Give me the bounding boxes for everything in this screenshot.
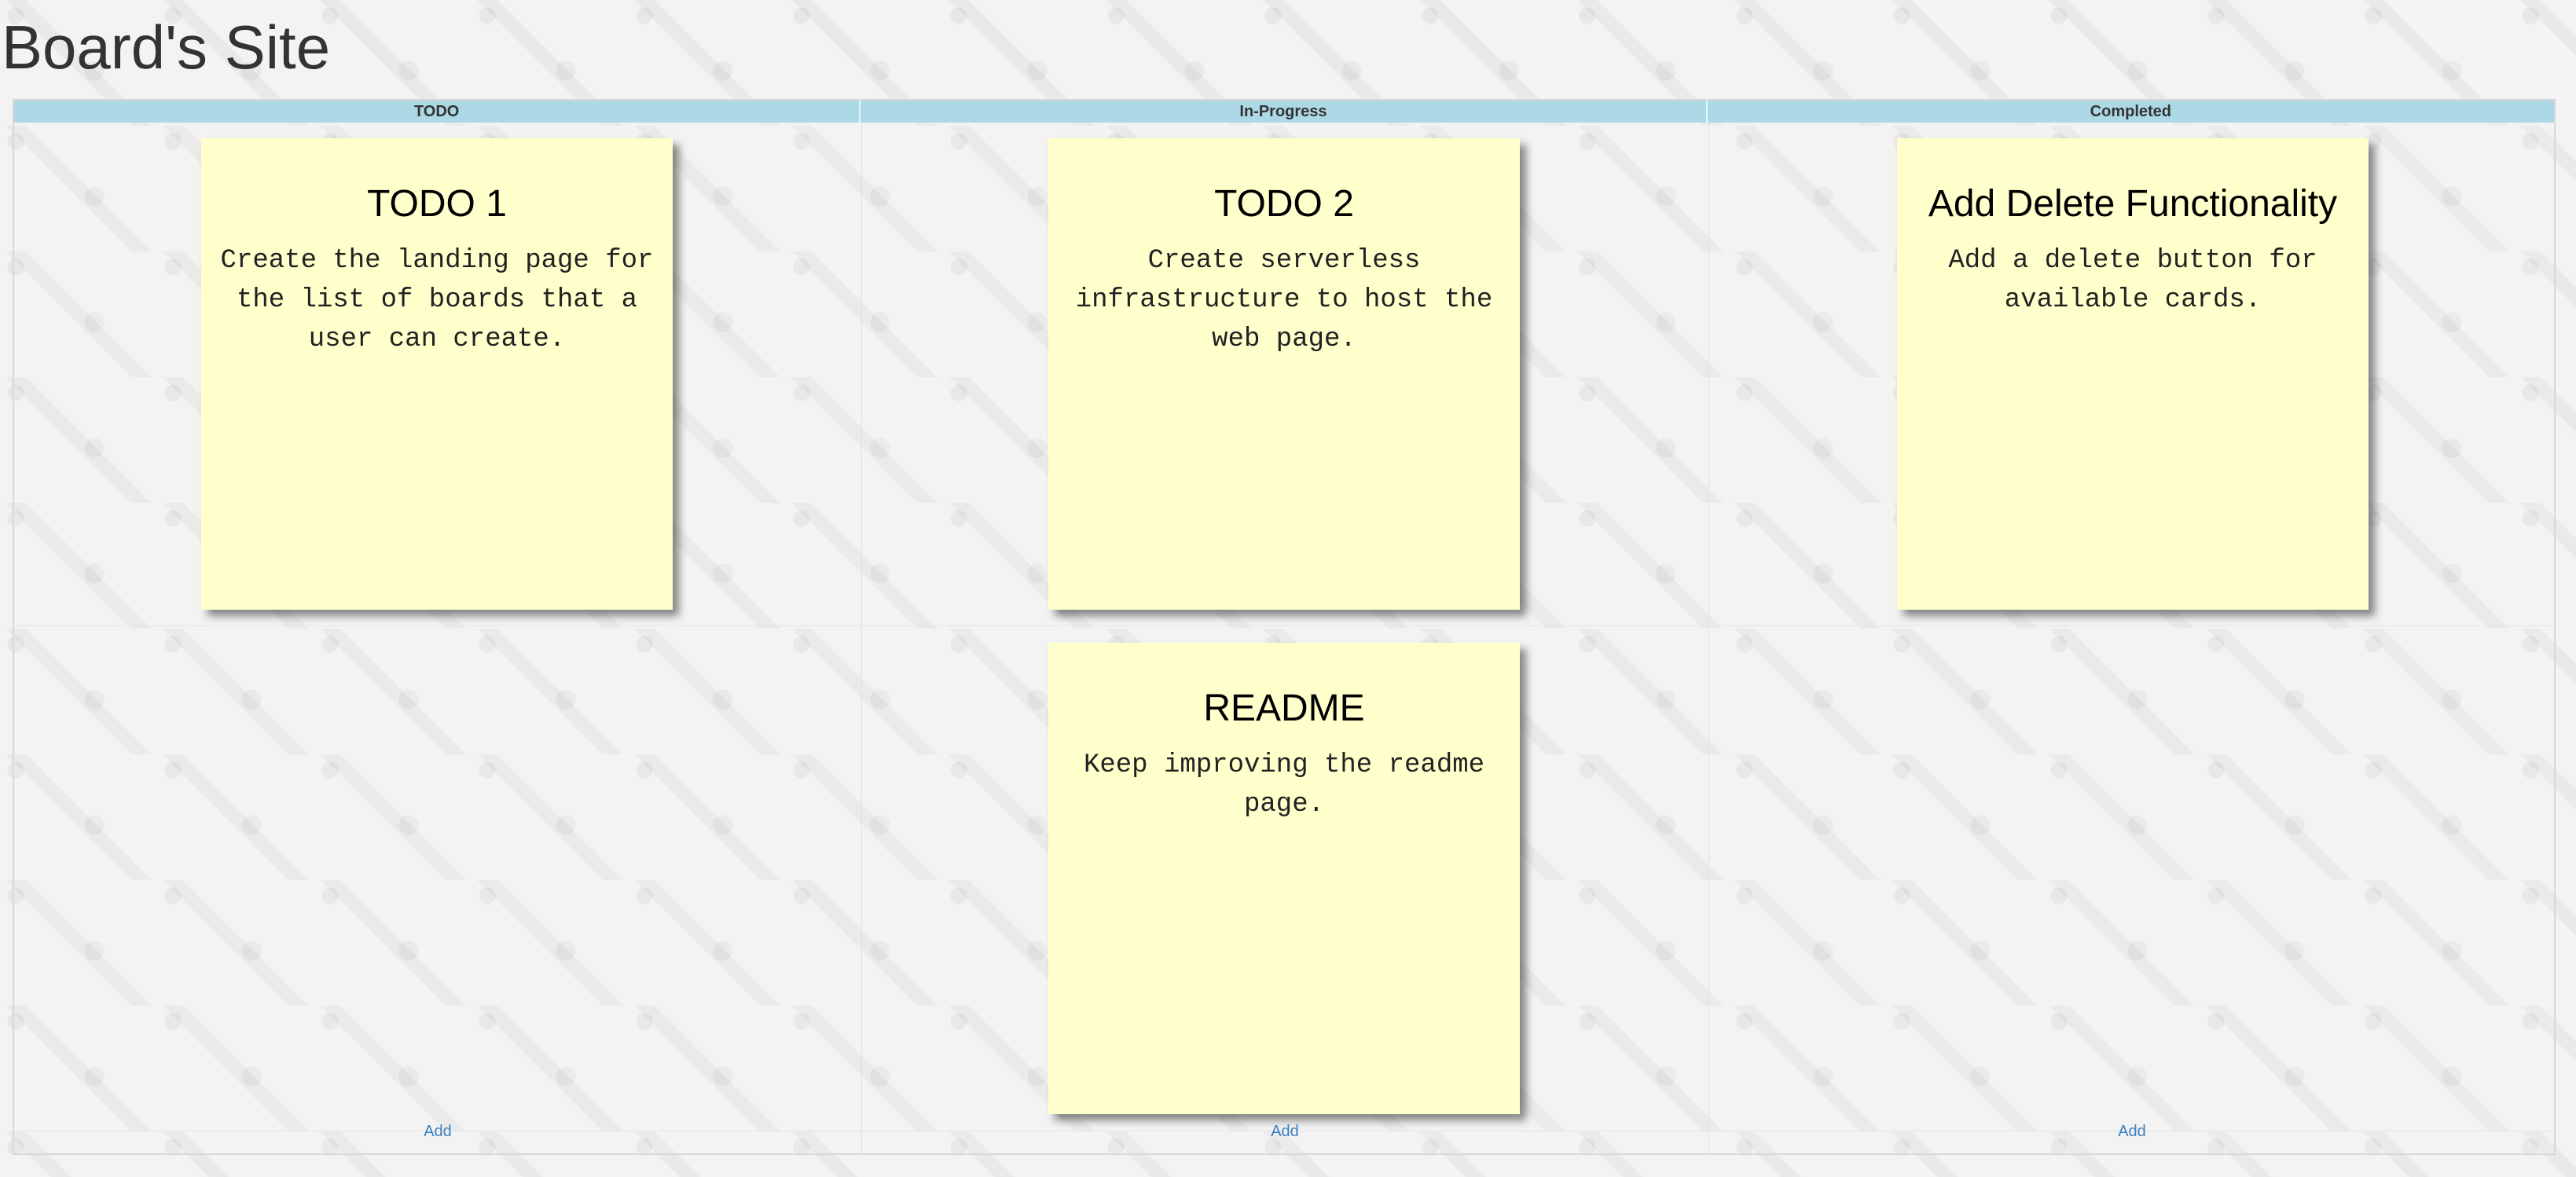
row-divider <box>14 625 2554 626</box>
card-description: Add a delete button for available cards. <box>1948 245 2317 315</box>
column-header-in-progress: In-Progress <box>861 101 1708 123</box>
add-card-link-in-progress[interactable]: Add <box>1271 1123 1299 1141</box>
column-divider <box>1708 123 1709 1153</box>
column-header-completed: Completed <box>1707 101 2554 123</box>
board-header: TODO In-Progress Completed <box>14 101 2554 123</box>
card-description: Create serverless infrastructure to host… <box>1075 245 1493 354</box>
card-title: TODO 1 <box>367 183 507 225</box>
column-divider <box>861 123 862 1153</box>
card-title: README <box>1203 688 1365 729</box>
card-readme[interactable]: README Keep improving the readme page. <box>1048 643 1520 1114</box>
card-description: Create the landing page for the list of … <box>220 245 654 354</box>
add-card-link-completed[interactable]: Add <box>2118 1123 2146 1141</box>
card-todo-1[interactable]: TODO 1 Create the landing page for the l… <box>201 138 673 610</box>
site-title: Board's Site <box>2 13 331 82</box>
board-grid: TODO 1 Create the landing page for the l… <box>14 123 2554 1153</box>
card-title: TODO 2 <box>1214 183 1354 225</box>
kanban-board: TODO In-Progress Completed TODO 1 Create… <box>13 99 2556 1155</box>
page: Board's Site TODO In-Progress Completed … <box>0 0 2576 1177</box>
card-todo-2[interactable]: TODO 2 Create serverless infrastructure … <box>1048 138 1520 610</box>
card-description: Keep improving the readme page. <box>1083 750 1485 820</box>
add-card-link-todo[interactable]: Add <box>424 1123 452 1141</box>
card-add-delete-functionality[interactable]: Add Delete Functionality Add a delete bu… <box>1897 138 2369 610</box>
card-title: Add Delete Functionality <box>1928 183 2338 225</box>
column-header-todo: TODO <box>14 101 861 123</box>
